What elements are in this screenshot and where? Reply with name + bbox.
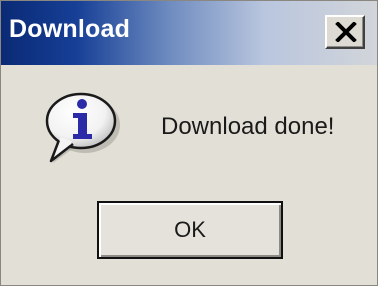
close-x-icon: [335, 22, 357, 42]
download-dialog: Download Download done! OK: [0, 0, 378, 286]
ok-button-label: OK: [174, 217, 206, 242]
message-text: Download done!: [161, 113, 335, 140]
title-bar[interactable]: Download: [1, 1, 377, 65]
close-button[interactable]: [325, 15, 365, 49]
ok-button[interactable]: OK: [97, 201, 283, 259]
window-title: Download: [9, 15, 131, 43]
information-icon: [35, 91, 131, 178]
